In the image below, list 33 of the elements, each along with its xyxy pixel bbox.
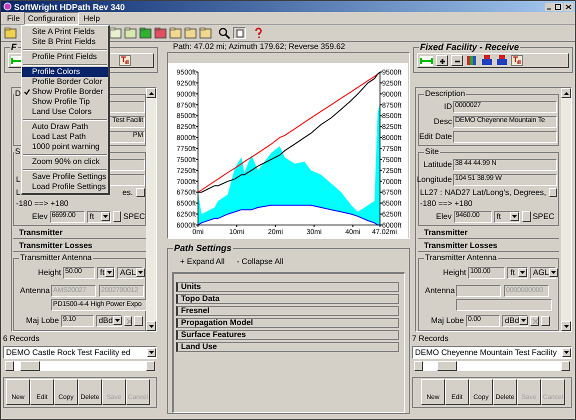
field-label: Longitude — [416, 174, 452, 186]
path-info: Path: 47.02 mi; Azimuth 179.62; Reverse 359.62 — [172, 42, 346, 52]
field-label: Latitude — [424, 158, 452, 170]
group-legend: Transmitter Antenna — [19, 253, 93, 263]
field-label: Antenna — [20, 285, 49, 297]
field-label: Elev — [436, 210, 452, 222]
datum-note: L — [16, 188, 20, 197]
group-legend: Fixed Facility - Receive — [419, 42, 520, 52]
spec-label: SPEC — [123, 210, 145, 222]
field-label: Maj Lobe — [431, 314, 464, 326]
field-label: Antenna — [425, 285, 454, 297]
group-legend: Description — [424, 89, 466, 99]
group-legend: Path Settings — [173, 243, 233, 253]
group-legend: Site — [424, 147, 440, 157]
field-label: ID — [444, 100, 452, 112]
range-note: -180 ==> +180 — [420, 199, 474, 208]
field-label: Elev — [32, 210, 48, 222]
range-note: -180 ==> +180 — [16, 199, 70, 208]
group-legend: F — [10, 42, 18, 52]
records-count: 7 Records — [412, 334, 450, 344]
field-label: L — [16, 174, 20, 186]
group-legend: Transmitter Antenna — [424, 253, 498, 263]
field-label: Height — [38, 266, 62, 278]
field-label: Edit Date — [419, 130, 452, 142]
window-title: SoftWright HDPath Rev 340 — [14, 2, 126, 12]
group-legend: S — [14, 147, 22, 157]
field-label: Desc — [434, 116, 452, 128]
field-label: Height — [443, 266, 466, 278]
datum-note: es. — [122, 188, 133, 197]
spec-label: SPEC — [532, 210, 554, 222]
field-label: Maj Lobe — [26, 314, 59, 326]
datum-note: LL27 : NAD27 Lat/Long's, Degrees, — [420, 188, 546, 197]
records-count: 6 Records — [3, 334, 40, 344]
